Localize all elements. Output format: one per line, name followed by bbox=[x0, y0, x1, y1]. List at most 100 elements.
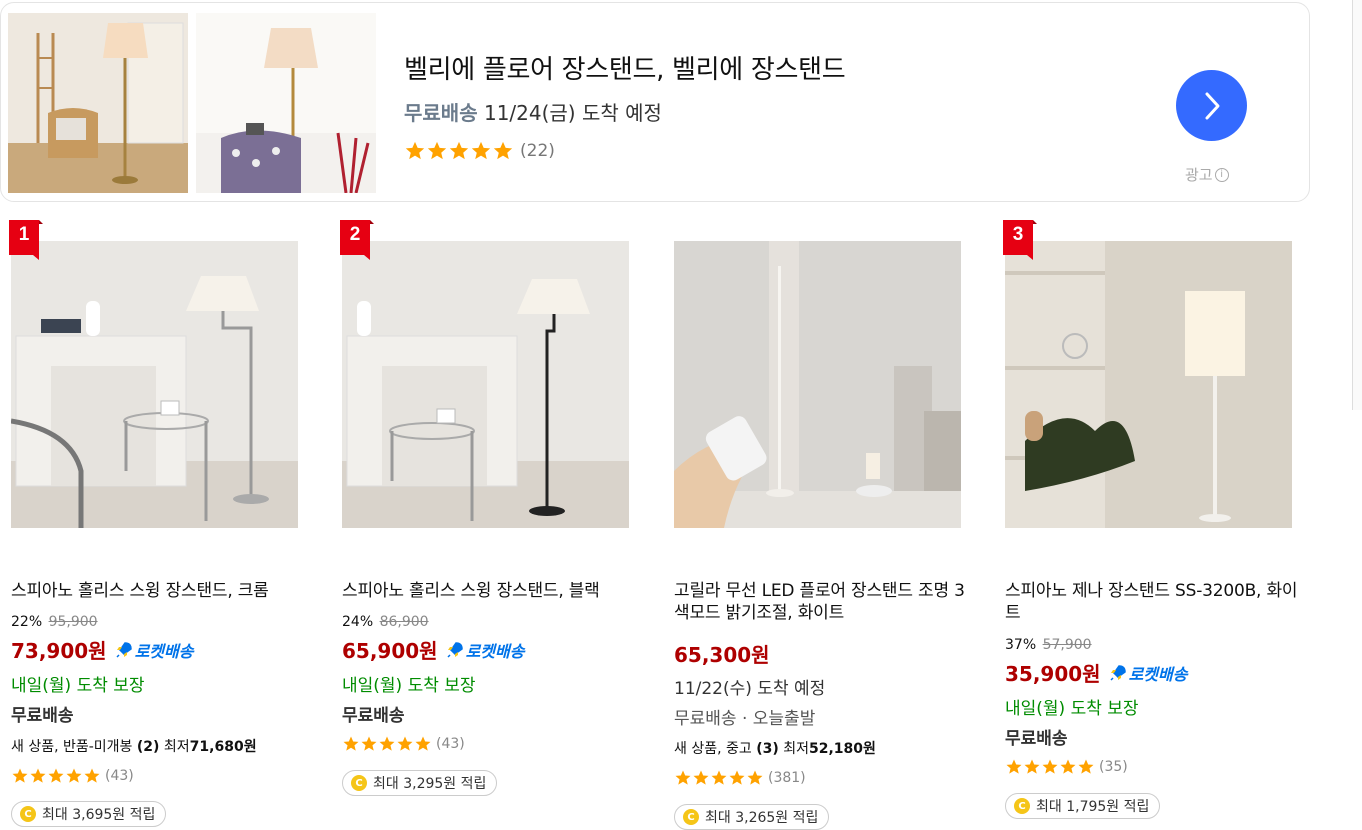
ad-review-count: (22) bbox=[520, 141, 555, 161]
star-icon bbox=[84, 768, 100, 783]
review-count: (43) bbox=[436, 736, 465, 752]
rank-badge: 2 bbox=[340, 220, 374, 264]
ad-label[interactable]: 광고 i bbox=[1185, 164, 1229, 185]
arrival-guarantee: 내일(월) 도착 보장 bbox=[11, 676, 145, 696]
price-value: 35,900원 bbox=[1005, 662, 1101, 686]
rocket-delivery-badge: 로켓배송 bbox=[446, 638, 524, 662]
discount: 24% 86,900 bbox=[342, 614, 429, 630]
product-name[interactable]: 고릴라 무선 LED 플로어 장스탠드 조명 3색모드 밝기조절, 화이트 bbox=[674, 580, 969, 624]
arrival-guarantee: 내일(월) 도착 보장 bbox=[1005, 699, 1139, 719]
star-icon bbox=[471, 141, 491, 160]
star-icon bbox=[427, 141, 447, 160]
star-icon bbox=[493, 141, 513, 160]
ad-title[interactable]: 벨리에 플로어 장스탠드, 벨리에 장스탠드 bbox=[404, 49, 846, 86]
arrival-guarantee: 내일(월) 도착 보장 bbox=[342, 676, 476, 696]
rank-number: 1 bbox=[18, 224, 30, 245]
star-rating bbox=[674, 769, 764, 787]
product-image[interactable] bbox=[1005, 241, 1292, 528]
product-rating: (43) bbox=[342, 735, 465, 753]
star-icon bbox=[30, 768, 46, 783]
star-icon bbox=[449, 141, 469, 160]
star-icon bbox=[1024, 759, 1040, 774]
shipping-info: 무료배송 bbox=[1005, 729, 1068, 749]
rank-badge: 3 bbox=[1003, 220, 1037, 264]
star-icon bbox=[66, 768, 82, 783]
ad-shipping: 무료배송 11/24(금) 도착 예정 bbox=[404, 97, 662, 126]
product-rating: (35) bbox=[1005, 758, 1128, 776]
original-price: 95,900 bbox=[48, 614, 98, 630]
rank-badge: 1 bbox=[9, 220, 43, 264]
sponsored-banner[interactable]: 벨리에 플로어 장스탠드, 벨리에 장스탠드 무료배송 11/24(금) 도착 … bbox=[0, 2, 1310, 202]
product-rating: (43) bbox=[11, 767, 134, 785]
discount-rate: 37% bbox=[1005, 637, 1037, 653]
star-icon bbox=[397, 736, 413, 751]
discount-rate: 22% bbox=[11, 614, 43, 630]
sale-price: 65,300원 bbox=[674, 639, 770, 668]
product-rating: (381) bbox=[674, 769, 806, 787]
star-rating bbox=[342, 735, 432, 753]
ad-next-button[interactable] bbox=[1176, 70, 1247, 141]
ad-arrival: 11/24(금) 도착 예정 bbox=[483, 101, 662, 125]
star-icon bbox=[693, 770, 709, 785]
star-rating bbox=[1005, 758, 1095, 776]
review-count: (35) bbox=[1099, 759, 1128, 775]
sale-price: 35,900원 로켓배송 bbox=[1005, 658, 1187, 687]
coin-icon: C bbox=[1014, 798, 1030, 814]
rocket-icon bbox=[116, 641, 132, 658]
sale-price: 73,900원 로켓배송 bbox=[11, 635, 193, 664]
star-rating bbox=[404, 140, 514, 162]
product-name[interactable]: 스피아노 홀리스 스윙 장스탠드, 블랙 bbox=[342, 580, 637, 602]
ad-free-shipping: 무료배송 bbox=[404, 101, 478, 125]
star-icon bbox=[379, 736, 395, 751]
shipping-info: 무료배송 bbox=[11, 706, 74, 726]
chevron-right-icon bbox=[1205, 92, 1219, 119]
sale-price: 65,900원 로켓배송 bbox=[342, 635, 524, 664]
original-price: 86,900 bbox=[379, 614, 429, 630]
star-icon bbox=[729, 770, 745, 785]
ad-product-image-table[interactable] bbox=[196, 13, 376, 193]
star-icon bbox=[343, 736, 359, 751]
ad-rating: (22) bbox=[404, 140, 555, 162]
price-value: 65,300원 bbox=[674, 643, 770, 667]
shipping-info: 무료배송 · 오늘출발 bbox=[674, 709, 816, 729]
star-icon bbox=[48, 768, 64, 783]
rank-number: 3 bbox=[1012, 224, 1024, 245]
other-sellers[interactable]: 새 상품, 중고 (3) 최저52,180원 bbox=[674, 738, 876, 758]
arrival-date: 11/22(수) 도착 예정 bbox=[674, 679, 826, 699]
ad-product-image-room[interactable] bbox=[8, 13, 188, 193]
coin-icon: C bbox=[351, 775, 367, 791]
product-image[interactable] bbox=[11, 241, 298, 528]
shipping-info: 무료배송 bbox=[342, 706, 405, 726]
review-count: (43) bbox=[105, 768, 134, 784]
coin-icon: C bbox=[20, 806, 36, 822]
scrollbar[interactable] bbox=[1352, 0, 1362, 410]
reward-badge: C 최대 3,295원 적립 bbox=[342, 770, 498, 796]
star-icon bbox=[1042, 759, 1058, 774]
star-icon bbox=[361, 736, 377, 751]
rocket-icon bbox=[447, 641, 463, 658]
star-icon bbox=[747, 770, 763, 785]
info-icon[interactable]: i bbox=[1214, 167, 1229, 182]
product-image[interactable] bbox=[674, 241, 961, 528]
ad-label-text: 광고 bbox=[1185, 166, 1213, 184]
product-name[interactable]: 스피아노 제나 장스탠드 SS-3200B, 화이트 bbox=[1005, 580, 1300, 624]
star-icon bbox=[12, 768, 28, 783]
reward-badge: C 최대 3,695원 적립 bbox=[11, 801, 167, 827]
price-value: 65,900원 bbox=[342, 639, 438, 663]
rocket-icon bbox=[1110, 664, 1126, 681]
star-icon bbox=[711, 770, 727, 785]
star-icon bbox=[1006, 759, 1022, 774]
star-rating bbox=[11, 767, 101, 785]
reward-badge: C 최대 3,265원 적립 bbox=[674, 804, 830, 830]
product-name[interactable]: 스피아노 홀리스 스윙 장스탠드, 크롬 bbox=[11, 580, 306, 602]
rank-number: 2 bbox=[349, 224, 361, 245]
discount-rate: 24% bbox=[342, 614, 374, 630]
product-image[interactable] bbox=[342, 241, 629, 528]
review-count: (381) bbox=[768, 770, 806, 786]
price-value: 73,900원 bbox=[11, 639, 107, 663]
star-icon bbox=[1078, 759, 1094, 774]
star-icon bbox=[415, 736, 431, 751]
discount: 37% 57,900 bbox=[1005, 637, 1092, 653]
other-sellers[interactable]: 새 상품, 반품-미개봉 (2) 최저71,680원 bbox=[11, 736, 257, 756]
discount: 22% 95,900 bbox=[11, 614, 98, 630]
